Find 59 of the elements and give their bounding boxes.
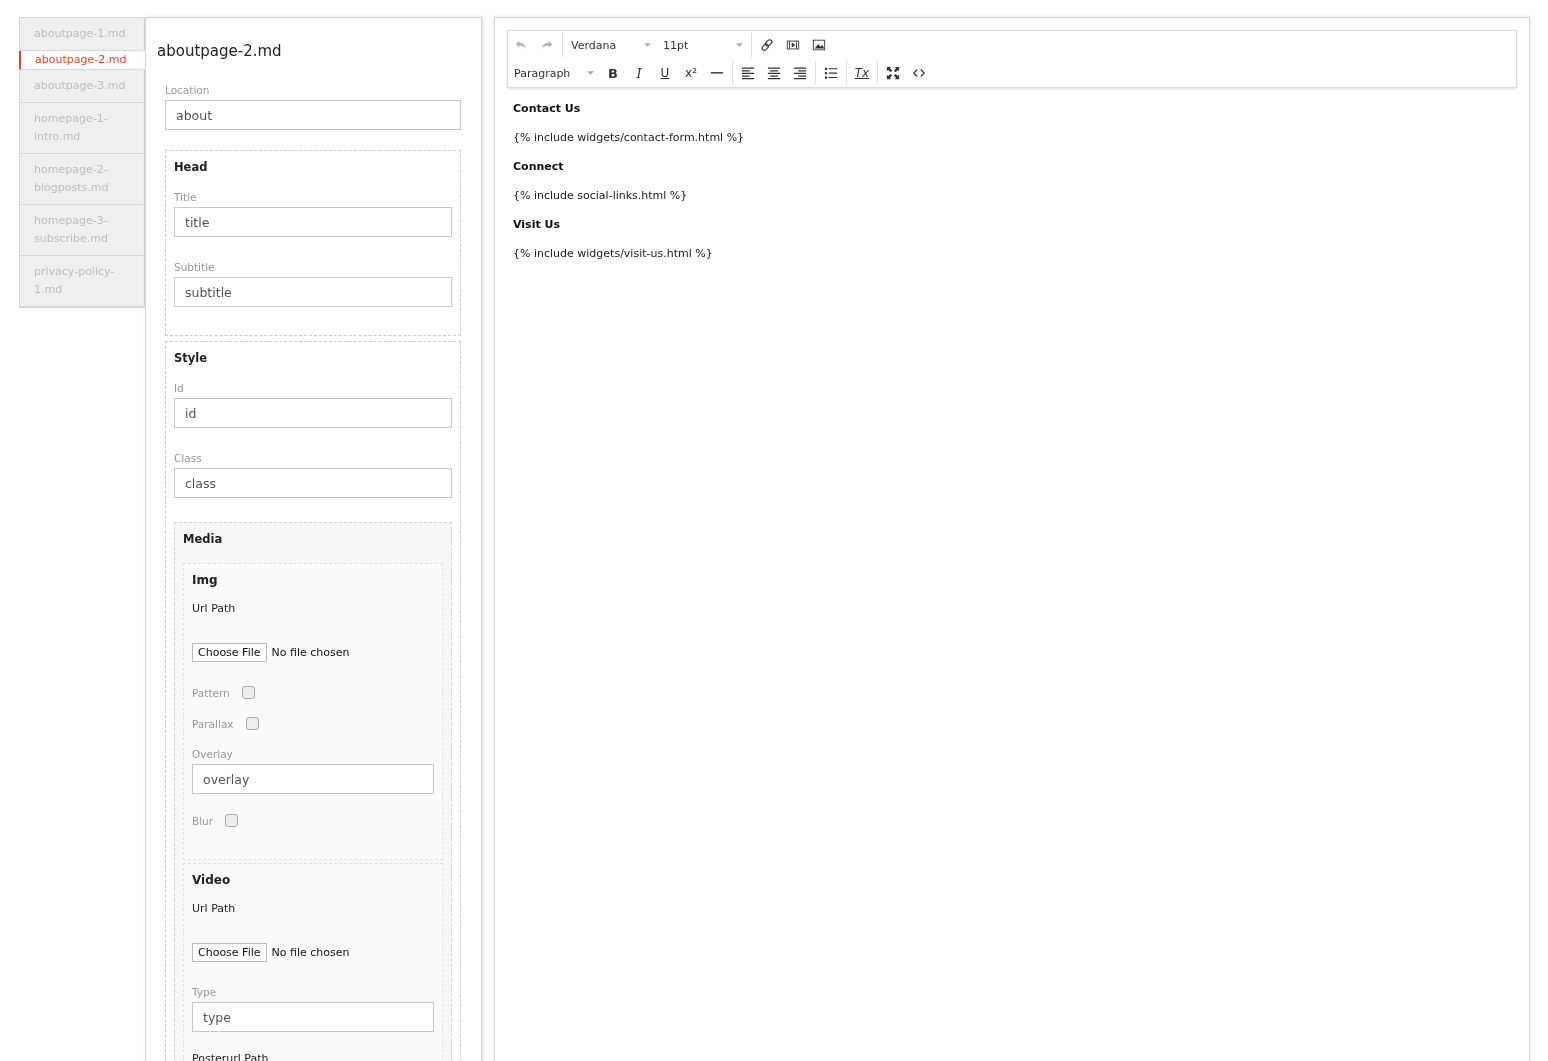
toolbar-dropdown[interactable]: Verdana <box>565 38 657 52</box>
align-center-icon[interactable] <box>767 66 781 80</box>
text-field[interactable]: class <box>174 468 452 498</box>
align-right-icon[interactable] <box>793 66 807 80</box>
section-heading: Style <box>174 351 209 365</box>
format-button[interactable]: B <box>600 62 626 84</box>
content-heading: Visit Us <box>513 218 561 232</box>
checkbox-label: Blur <box>192 814 214 827</box>
dropdown-caret-icon <box>736 43 743 47</box>
dropdown-caret-icon <box>644 43 651 47</box>
toolbar-dropdown[interactable]: 11pt <box>657 38 749 52</box>
format-button[interactable]: Tx <box>849 62 875 84</box>
file-status: No file chosen <box>271 646 350 659</box>
content-heading: Connect <box>513 160 565 174</box>
toolbar-dropdown[interactable]: Paragraph <box>508 66 600 80</box>
group-heading: Video <box>192 873 232 887</box>
format-button[interactable]: U <box>652 62 678 84</box>
link-icon[interactable] <box>760 38 774 52</box>
content-paragraph: {% include social-links.html %} <box>513 189 689 203</box>
field-label: Location <box>165 84 211 96</box>
checkbox-label: Pattern <box>192 686 230 699</box>
content-paragraph: {% include widgets/visit-us.html %} <box>513 247 714 261</box>
film-icon[interactable] <box>786 38 800 52</box>
code-icon[interactable] <box>912 66 926 80</box>
format-button[interactable]: I <box>626 62 652 84</box>
field-label: Title <box>174 191 198 203</box>
dropdown-caret-icon <box>587 71 594 75</box>
content-paragraph: {% include widgets/contact-form.html %} <box>513 131 746 145</box>
choose-file-button[interactable]: Choose File <box>192 943 267 962</box>
file-tab[interactable]: aboutpage-2.md <box>19 51 145 70</box>
file-status: No file chosen <box>271 946 350 959</box>
format-button[interactable]: x² <box>678 62 704 84</box>
text-field[interactable]: overlay <box>192 764 434 794</box>
bullet-list-icon[interactable] <box>824 66 838 80</box>
checkbox[interactable] <box>225 814 239 827</box>
group-heading: Img <box>192 573 219 587</box>
field-label: Url Path <box>192 902 237 915</box>
field-label: Url Path <box>192 602 237 615</box>
choose-file-button[interactable]: Choose File <box>192 643 267 662</box>
image-icon[interactable] <box>812 38 826 52</box>
text-field[interactable]: type <box>192 1002 434 1032</box>
text-field[interactable]: title <box>174 207 452 237</box>
page-title: aboutpage-2.md <box>157 42 283 60</box>
field-label: Id <box>174 382 185 394</box>
checkbox[interactable] <box>245 717 259 730</box>
text-field[interactable]: about <box>165 100 461 130</box>
content-heading: Contact Us <box>513 102 582 116</box>
section-heading: Head <box>174 160 209 174</box>
checkbox[interactable] <box>241 686 255 699</box>
align-left-icon[interactable] <box>741 66 755 80</box>
text-field[interactable]: subtitle <box>174 277 452 307</box>
checkbox-label: Parallax <box>192 717 234 730</box>
section-heading: Media <box>183 532 224 546</box>
field-label: Class <box>174 452 203 464</box>
field-label: Overlay <box>192 748 234 760</box>
text-field[interactable]: id <box>174 398 452 428</box>
fullscreen-icon[interactable] <box>886 66 900 80</box>
field-label: Type <box>192 986 218 998</box>
field-label: Subtitle <box>174 261 216 273</box>
